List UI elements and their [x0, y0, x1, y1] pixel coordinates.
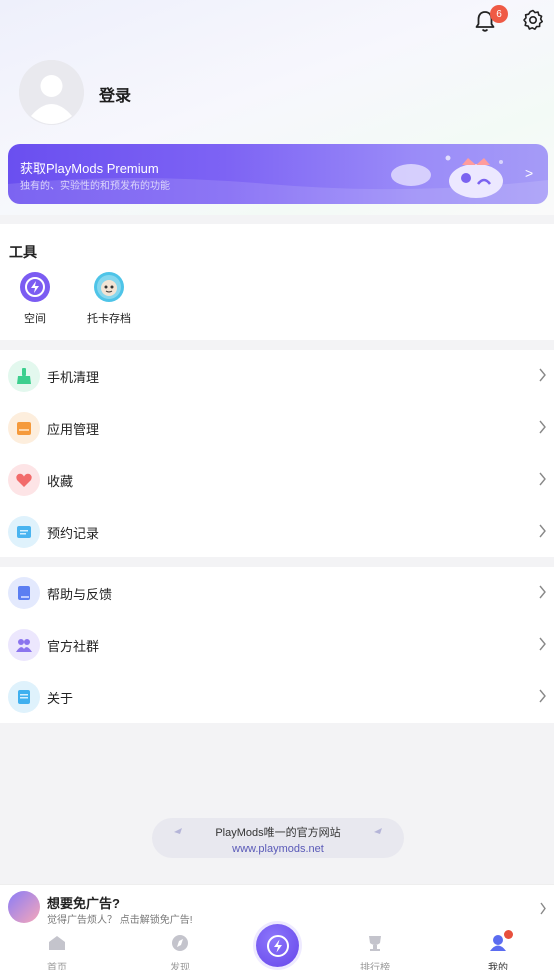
chevron-right-icon: [539, 368, 546, 382]
menu-item-label: 官方社群: [47, 639, 100, 654]
tab-label: 我的: [488, 963, 508, 970]
tab-ranking[interactable]: 排行榜: [345, 934, 405, 970]
tool-toca-save[interactable]: 托卡存档: [79, 272, 139, 326]
chevron-right-icon: [540, 902, 546, 915]
menu-group-2: 帮助与反馈 官方社群 关于: [0, 567, 554, 723]
toca-save-icon: [94, 272, 124, 302]
menu-item-label: 收藏: [47, 474, 74, 489]
official-site-pill[interactable]: PlayMods唯一的官方网站 www.playmods.net: [152, 818, 404, 858]
menu-group-1: 手机清理 应用管理 收藏 预约记录: [0, 350, 554, 557]
chevron-right-icon: >: [525, 165, 534, 181]
heart-icon: [8, 464, 40, 496]
ad-subtitle: 觉得广告烦人？ 点击解锁免广告!: [47, 915, 193, 926]
menu-item-label: 应用管理: [47, 422, 100, 437]
menu-item-label: 帮助与反馈: [47, 587, 113, 602]
menu-item-community[interactable]: 官方社群: [0, 619, 554, 671]
ad-title: 想要免广告?: [47, 896, 120, 911]
space-icon: [20, 272, 50, 302]
menu-item-phone-clean[interactable]: 手机清理: [0, 350, 554, 402]
tab-mine[interactable]: 我的: [468, 934, 528, 970]
premium-banner[interactable]: 获取PlayMods Premium 独有的、实验性的和预发布的功能 >: [8, 144, 548, 204]
avatar[interactable]: [19, 60, 84, 125]
tools-title: 工具: [9, 244, 37, 260]
broom-icon: [8, 360, 40, 392]
notification-badge: 6: [490, 5, 508, 23]
tool-space[interactable]: 空间: [5, 272, 65, 326]
menu-item-favorites[interactable]: 收藏: [0, 454, 554, 506]
chevron-right-icon: [539, 472, 546, 486]
premium-title: 获取PlayMods Premium: [20, 161, 159, 176]
menu-item-about[interactable]: 关于: [0, 671, 554, 723]
app-manage-icon: [8, 412, 40, 444]
space-center-button[interactable]: [256, 924, 299, 967]
tool-label: 托卡存档: [87, 313, 131, 325]
tab-notification-dot: [504, 930, 513, 939]
trophy-icon: [369, 936, 381, 951]
login-link[interactable]: 登录: [99, 82, 131, 106]
tools-section: 工具 空间 托卡存档: [0, 224, 554, 340]
tab-home[interactable]: 首页: [27, 934, 87, 970]
chevron-right-icon: [539, 420, 546, 434]
community-icon: [8, 629, 40, 661]
menu-item-app-manage[interactable]: 应用管理: [0, 402, 554, 454]
chevron-right-icon: [539, 524, 546, 538]
lightning-icon: [266, 934, 289, 957]
menu-item-label: 手机清理: [47, 370, 100, 385]
about-icon: [8, 681, 40, 713]
reservation-icon: [8, 516, 40, 548]
tool-label: 空间: [24, 313, 46, 325]
tab-label: 首页: [47, 963, 67, 970]
chevron-right-icon: [539, 689, 546, 703]
menu-item-label: 关于: [47, 691, 74, 706]
tab-label: 排行榜: [360, 963, 390, 970]
compass-icon: [172, 935, 188, 951]
menu-item-reservations[interactable]: 预约记录: [0, 506, 554, 558]
menu-item-help-feedback[interactable]: 帮助与反馈: [0, 567, 554, 619]
tab-label: 发现: [170, 963, 190, 970]
premium-subtitle: 独有的、实验性的和预发布的功能: [20, 181, 170, 192]
home-icon: [49, 936, 65, 950]
help-icon: [8, 577, 40, 609]
menu-item-label: 预约记录: [47, 526, 100, 541]
chevron-right-icon: [539, 637, 546, 651]
chevron-right-icon: [539, 585, 546, 599]
settings-gear-icon[interactable]: [521, 8, 545, 32]
tab-discover[interactable]: 发现: [150, 934, 210, 970]
ad-icon: [8, 891, 40, 923]
